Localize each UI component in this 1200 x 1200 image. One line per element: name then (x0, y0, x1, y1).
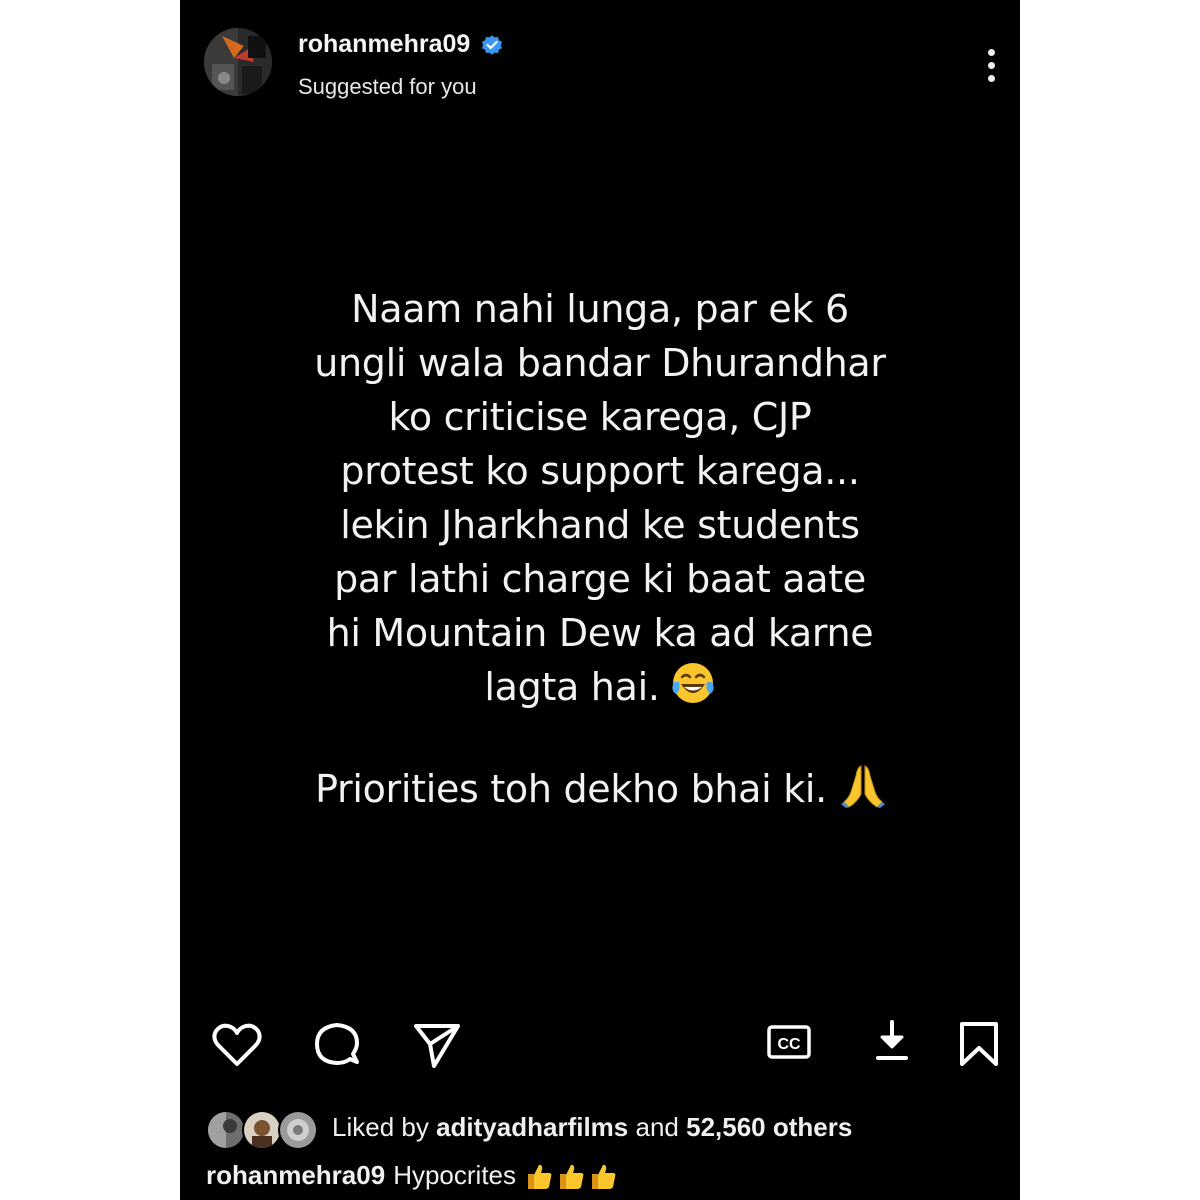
comment-icon[interactable] (310, 1018, 364, 1072)
action-bar: CC (180, 1018, 1020, 1080)
bookmark-icon[interactable] (956, 1018, 1002, 1072)
verified-badge-icon (482, 34, 503, 55)
caption-text: Hypocrites (393, 1160, 517, 1190)
quote-text-main: Naam nahi lunga, par ek 6 ungli wala ban… (240, 282, 960, 714)
likes-row: Liked by adityadharfilms and 52,560 othe… (206, 1104, 852, 1150)
face-with-tears-of-joy-icon (672, 663, 714, 703)
liker-photo-icon (244, 1112, 280, 1148)
avatar[interactable] (204, 28, 272, 96)
thumbs-up-icon (528, 1164, 552, 1189)
thumbs-up-emojis (524, 1161, 618, 1191)
liker-photo-icon (280, 1112, 316, 1148)
cc-icon[interactable]: CC (766, 1018, 812, 1064)
profile-photo-icon (204, 28, 272, 96)
caption-row: rohanmehra09 Hypocrites (206, 1160, 618, 1191)
likes-text: Liked by adityadharfilms and 52,560 othe… (332, 1112, 852, 1143)
post-card: rohanmehra09 Suggested for you Naam nahi… (180, 0, 1020, 1200)
folded-hands-icon (840, 765, 885, 808)
liker-avatar-3[interactable] (278, 1110, 318, 1150)
post-header: rohanmehra09 Suggested for you (180, 0, 1020, 118)
cc-label: CC (777, 1036, 801, 1053)
liker-avatars (206, 1104, 318, 1150)
download-icon[interactable] (872, 1018, 912, 1064)
liker-avatar-2[interactable] (242, 1110, 282, 1150)
post-username[interactable]: rohanmehra09 (298, 30, 470, 59)
likes-count[interactable]: 52,560 others (686, 1112, 852, 1142)
likes-prefix: Liked by (332, 1111, 429, 1142)
thumbs-up-icon (592, 1164, 616, 1189)
liker-photo-icon (208, 1112, 244, 1148)
quote-main-text: Naam nahi lunga, par ek 6 ungli wala ban… (314, 287, 886, 709)
heart-icon[interactable] (210, 1018, 264, 1072)
post-content: Naam nahi lunga, par ek 6 ungli wala ban… (180, 130, 1020, 1000)
quote-text-second: Priorities toh dekho bhai ki. (240, 762, 960, 816)
caption-username[interactable]: rohanmehra09 (206, 1160, 385, 1191)
likes-connector: and (635, 1111, 679, 1142)
liker-avatar-1[interactable] (206, 1110, 246, 1150)
liked-by-user[interactable]: adityadharfilms (436, 1112, 628, 1142)
quote-second-text: Priorities toh dekho bhai ki. (315, 767, 827, 811)
suggested-label: Suggested for you (298, 74, 477, 99)
more-options-icon[interactable] (968, 42, 1014, 88)
thumbs-up-icon (560, 1164, 584, 1189)
send-icon[interactable] (410, 1018, 464, 1072)
username-row: rohanmehra09 (298, 30, 504, 59)
